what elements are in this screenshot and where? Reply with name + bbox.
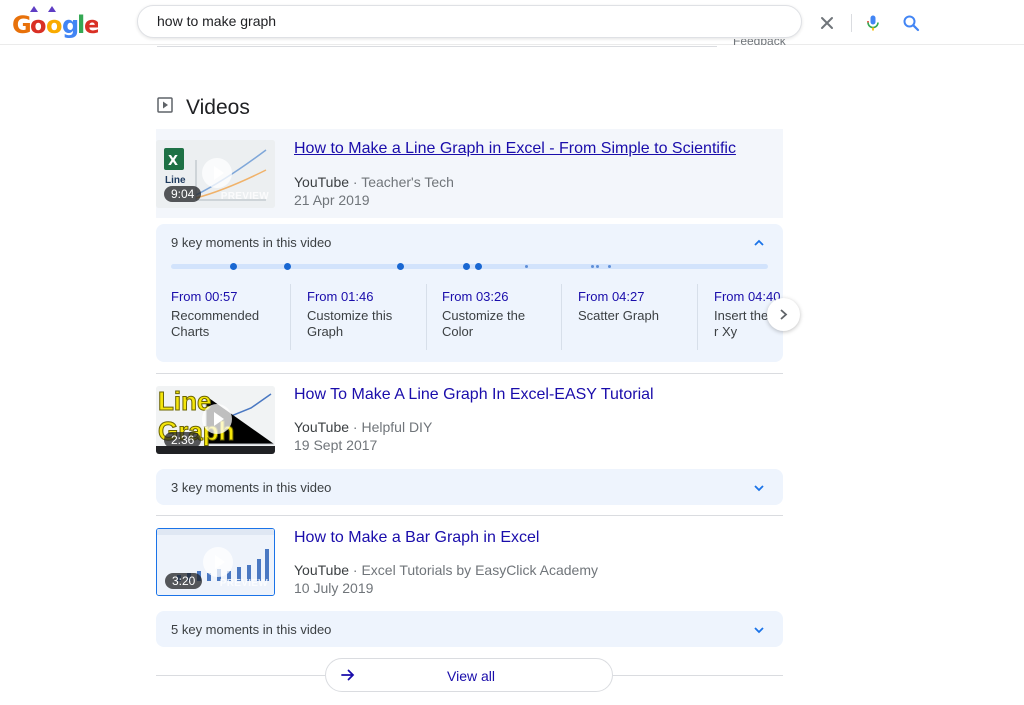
video-channel: Excel Tutorials by EasyClick Academy	[361, 562, 598, 578]
thumbnail-text: Line	[165, 175, 186, 186]
feedback-link[interactable]: Feedback	[733, 39, 786, 51]
video-thumbnail[interactable]: Line Graph 2:36	[156, 386, 275, 454]
view-all-label: View all	[447, 668, 495, 684]
video-source: YouTube · Teacher's Tech	[294, 174, 454, 190]
next-moments-button[interactable]	[767, 298, 800, 331]
svg-text:e: e	[84, 11, 98, 39]
moment-time: From 03:26	[442, 289, 509, 304]
video-date: 21 Apr 2019	[294, 192, 370, 208]
search-input[interactable]	[157, 13, 657, 29]
moment-title: Customize this Graph	[307, 308, 393, 339]
microphone-icon[interactable]	[864, 14, 882, 32]
key-moment[interactable]: From 00:57 Recommended Charts	[156, 284, 291, 350]
chevron-down-icon[interactable]	[753, 481, 765, 493]
play-box-icon	[157, 97, 173, 113]
key-moments-toggle[interactable]: 5 key moments in this video	[171, 622, 331, 637]
key-moment[interactable]: From 01:46 Customize this Graph	[292, 284, 427, 350]
timeline-marker[interactable]	[230, 263, 237, 270]
view-all-rule-right	[613, 675, 783, 676]
play-icon	[202, 158, 232, 188]
video-source: YouTube · Excel Tutorials by EasyClick A…	[294, 562, 598, 578]
svg-text:G: G	[12, 11, 32, 39]
section-title: Videos	[186, 96, 250, 119]
timeline-marker[interactable]	[525, 265, 528, 268]
video-duration: 3:20	[165, 573, 203, 589]
search-divider	[851, 14, 852, 32]
video-title-link[interactable]: How to Make a Bar Graph in Excel	[294, 529, 539, 547]
key-moment[interactable]: From 03:26 Customize the Color	[427, 284, 562, 350]
video-result[interactable]: X Line 9:04 PREVIEW How to Make a Line G…	[156, 129, 783, 218]
key-moments-toggle[interactable]: 3 key moments in this video	[171, 480, 331, 495]
view-all-rule-left	[156, 675, 325, 676]
header-divider	[0, 44, 1024, 45]
moment-time: From 01:46	[307, 289, 374, 304]
moment-title: Recommended Charts	[171, 308, 260, 339]
video-title-link[interactable]: How to Make a Line Graph in Excel - From…	[294, 140, 736, 158]
video-title-link[interactable]: How To Make A Line Graph In Excel-EASY T…	[294, 386, 654, 404]
search-icon[interactable]	[902, 14, 920, 32]
view-all-button[interactable]: View all	[325, 658, 613, 692]
svg-text:o: o	[30, 11, 47, 39]
video-channel: Teacher's Tech	[361, 174, 454, 190]
timeline-marker[interactable]	[463, 263, 470, 270]
timeline-marker[interactable]	[596, 265, 599, 268]
svg-text:X: X	[168, 154, 178, 169]
search-bar[interactable]	[137, 5, 920, 38]
video-duration: 2:36	[164, 432, 202, 448]
key-moments-list: From 00:57 Recommended Charts From 01:46…	[156, 284, 783, 354]
key-moments-panel: 9 key moments in this video From 00:57 R…	[156, 224, 783, 362]
play-icon	[202, 404, 232, 434]
key-moments-panel[interactable]: 5 key moments in this video	[156, 611, 783, 647]
top-rule	[157, 46, 717, 47]
timeline-marker[interactable]	[591, 265, 594, 268]
video-thumbnail[interactable]: 3:20 PREVIEW	[156, 528, 275, 596]
video-duration: 9:04	[164, 186, 202, 202]
key-moments-panel[interactable]: 3 key moments in this video	[156, 469, 783, 505]
arrow-right-icon	[340, 667, 356, 683]
key-moment[interactable]: From 04:27 Scatter Graph	[563, 284, 698, 350]
video-thumbnail[interactable]: X Line 9:04 PREVIEW	[156, 140, 275, 208]
timeline-marker[interactable]	[608, 265, 611, 268]
video-result[interactable]: 3:20 PREVIEW How to Make a Bar Graph in …	[156, 517, 783, 609]
video-channel: Helpful DIY	[361, 419, 433, 435]
video-source: YouTube · Helpful DIY	[294, 419, 433, 435]
moment-title: Scatter Graph	[578, 308, 659, 323]
play-icon	[203, 547, 233, 577]
moment-title: Customize the Color	[442, 308, 526, 339]
key-moments-timeline[interactable]	[171, 263, 768, 270]
timeline-marker[interactable]	[397, 263, 404, 270]
moment-time: From 04:27	[578, 289, 645, 304]
svg-text:o: o	[46, 11, 63, 39]
key-moments-toggle[interactable]: 9 key moments in this video	[171, 235, 331, 250]
result-divider	[156, 515, 783, 516]
timeline-marker[interactable]	[475, 263, 482, 270]
video-result[interactable]: Line Graph 2:36 How To Make A Line Graph…	[156, 374, 783, 466]
chevron-down-icon[interactable]	[753, 623, 765, 635]
preview-badge: PREVIEW	[219, 578, 268, 589]
google-doodle-logo[interactable]: G o o g l e	[8, 4, 100, 40]
chevron-up-icon[interactable]	[753, 236, 765, 248]
close-icon[interactable]	[818, 14, 836, 32]
timeline-marker[interactable]	[284, 263, 291, 270]
video-date: 10 July 2019	[294, 580, 374, 596]
preview-badge: PREVIEW	[220, 191, 269, 202]
video-date: 19 Sept 2017	[294, 437, 378, 453]
moment-time: From 00:57	[171, 289, 238, 304]
